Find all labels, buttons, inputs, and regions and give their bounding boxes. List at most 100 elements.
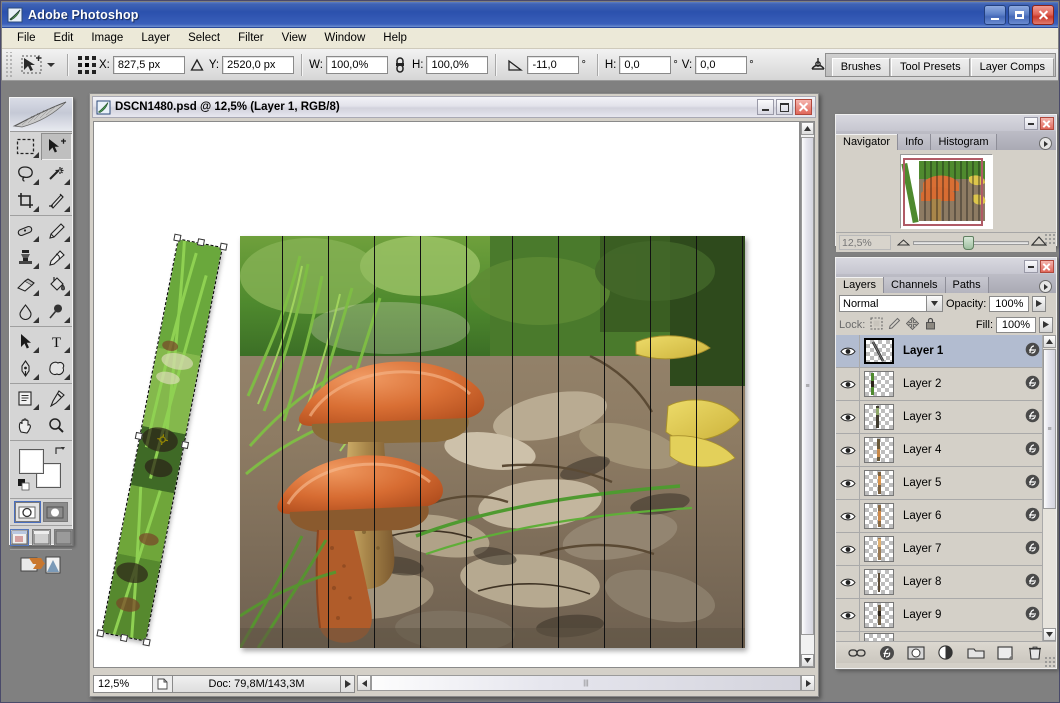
- tab-navigator[interactable]: Navigator: [836, 134, 899, 150]
- table-row[interactable]: Layer 7: [836, 532, 1056, 566]
- tab-layers[interactable]: Layers: [836, 277, 885, 293]
- palette-menu-icon[interactable]: [1039, 280, 1052, 293]
- status-menu-arrow-icon[interactable]: [341, 675, 355, 693]
- blur-tool-icon[interactable]: [10, 298, 41, 325]
- zoom-slider-knob[interactable]: [963, 235, 974, 250]
- marquee-tool-icon[interactable]: [10, 133, 41, 160]
- fill-input[interactable]: 100%: [996, 316, 1036, 333]
- layer-thumbnail[interactable]: [864, 338, 894, 364]
- transform-pivot-icon[interactable]: [156, 433, 169, 446]
- canvas-area[interactable]: [93, 121, 800, 668]
- layer-name[interactable]: Layer 5: [903, 477, 941, 489]
- lock-position-icon[interactable]: [906, 316, 920, 333]
- skew-h-input[interactable]: 0,0: [619, 55, 672, 74]
- navigator-minimize-button[interactable]: [1024, 116, 1038, 130]
- horizontal-scroll-thumb[interactable]: |||: [371, 675, 801, 691]
- transform-handle-bottom-left[interactable]: [96, 629, 105, 638]
- layer-style-fx-icon[interactable]: [1025, 375, 1040, 393]
- menu-item-view[interactable]: View: [273, 30, 316, 46]
- lock-all-icon[interactable]: [924, 317, 937, 333]
- rotate-angle-icon[interactable]: [503, 53, 527, 77]
- y-input[interactable]: 2520,0 px: [222, 55, 295, 74]
- toolbox-header[interactable]: [10, 98, 72, 132]
- layers-palette-titlebar[interactable]: [836, 258, 1056, 274]
- layer-list-scrollbar[interactable]: ≡: [1042, 335, 1056, 641]
- layer-thumbnail[interactable]: [864, 569, 894, 595]
- table-row[interactable]: Layer 1: [836, 335, 1056, 368]
- layer-visibility-toggle[interactable]: [836, 367, 860, 401]
- layer-visibility-toggle[interactable]: [836, 565, 860, 599]
- navigator-palette-titlebar[interactable]: [836, 115, 1056, 131]
- palette-well-tab-brushes[interactable]: Brushes: [831, 58, 891, 76]
- opacity-input[interactable]: 100%: [989, 295, 1030, 312]
- layer-visibility-toggle[interactable]: [836, 466, 860, 500]
- navigator-zoom-value[interactable]: 12,5%: [839, 235, 891, 250]
- layer-visibility-toggle[interactable]: [836, 598, 860, 632]
- move-tool-icon[interactable]: [41, 133, 72, 160]
- magic-wand-tool-icon[interactable]: [41, 160, 72, 187]
- layer-thumbnail[interactable]: [864, 503, 894, 529]
- x-input[interactable]: 827,5 px: [112, 55, 185, 74]
- layers-resize-grip[interactable]: [1044, 656, 1055, 667]
- path-selection-tool-icon[interactable]: [10, 328, 41, 355]
- navigator-view-box[interactable]: [903, 158, 983, 226]
- layer-thumbnail[interactable]: [864, 536, 894, 562]
- layer-name[interactable]: Layer 9: [903, 609, 941, 621]
- scroll-right-arrow-icon[interactable]: [801, 675, 815, 691]
- dodge-burn-tool-icon[interactable]: [41, 298, 72, 325]
- add-layer-mask-icon[interactable]: [906, 644, 926, 662]
- layer-style-fx-icon[interactable]: [1025, 606, 1040, 624]
- document-maximize-button[interactable]: [776, 99, 793, 115]
- canvas-vertical-scrollbar[interactable]: ≡: [800, 121, 815, 668]
- menu-item-layer[interactable]: Layer: [132, 30, 179, 46]
- navigator-resize-grip[interactable]: [1044, 233, 1055, 244]
- transform-handle-middle-left[interactable]: [134, 431, 143, 441]
- menu-item-edit[interactable]: Edit: [45, 30, 83, 46]
- layer-visibility-toggle[interactable]: [836, 433, 860, 467]
- layer-name[interactable]: Layer 4: [903, 444, 941, 456]
- navigator-thumbnail[interactable]: [900, 154, 993, 229]
- layers-close-button[interactable]: [1040, 259, 1054, 273]
- table-row[interactable]: Layer 3: [836, 400, 1056, 434]
- layer-list[interactable]: Layer 1 Layer 2 Layer 3 Layer 4 Layer 5 …: [836, 335, 1056, 641]
- layer-visibility-toggle[interactable]: [836, 532, 860, 566]
- eraser-tool-icon[interactable]: [10, 271, 41, 298]
- tab-histogram[interactable]: Histogram: [931, 134, 997, 150]
- brush-tool-icon[interactable]: [41, 217, 72, 244]
- layer-thumbnail[interactable]: [864, 437, 894, 463]
- layer-style-fx-icon[interactable]: [877, 644, 897, 662]
- zoom-out-small-icon[interactable]: [896, 237, 911, 249]
- scroll-down-arrow-icon[interactable]: [801, 654, 814, 667]
- eyedropper-tool-icon[interactable]: [41, 385, 72, 412]
- navigator-close-button[interactable]: [1040, 116, 1054, 130]
- menu-item-image[interactable]: Image: [82, 30, 132, 46]
- transform-handle-top-center[interactable]: [196, 238, 206, 247]
- chain-link-icon[interactable]: [388, 53, 412, 77]
- layer-visibility-toggle[interactable]: [836, 631, 860, 641]
- transform-handle-middle-right[interactable]: [180, 440, 190, 450]
- transform-handle-bottom-center[interactable]: [119, 633, 129, 642]
- pen-tool-icon[interactable]: [10, 355, 41, 382]
- layer-thumbnail[interactable]: [864, 632, 894, 641]
- vertical-scroll-thumb[interactable]: ≡: [801, 137, 814, 635]
- layer-thumbnail[interactable]: [864, 371, 894, 397]
- quick-mask-mode-icon[interactable]: [42, 502, 68, 522]
- layer-style-fx-icon[interactable]: [1025, 441, 1040, 459]
- navigator-zoom-slider[interactable]: [896, 235, 1048, 250]
- tool-preset-chevron-down-icon[interactable]: [47, 62, 55, 67]
- layer-name[interactable]: Layer 8: [903, 576, 941, 588]
- layer-name[interactable]: Layer 2: [903, 378, 941, 390]
- document-close-button[interactable]: [795, 99, 812, 115]
- healing-brush-tool-icon[interactable]: [10, 217, 41, 244]
- layer-name[interactable]: Layer 1: [903, 345, 943, 357]
- crop-tool-icon[interactable]: [10, 187, 41, 214]
- jump-to-imageready-icon[interactable]: [10, 550, 72, 580]
- chevron-down-icon[interactable]: [926, 296, 942, 311]
- full-screen-menubar-mode-icon[interactable]: [31, 529, 51, 546]
- menu-item-window[interactable]: Window: [315, 30, 374, 46]
- menu-item-filter[interactable]: Filter: [229, 30, 273, 46]
- layer-scroll-up-arrow-icon[interactable]: [1043, 335, 1056, 348]
- clone-stamp-tool-icon[interactable]: [10, 244, 41, 271]
- table-row[interactable]: Layer 9: [836, 598, 1056, 632]
- palette-well-tab-tool-presets[interactable]: Tool Presets: [891, 58, 970, 76]
